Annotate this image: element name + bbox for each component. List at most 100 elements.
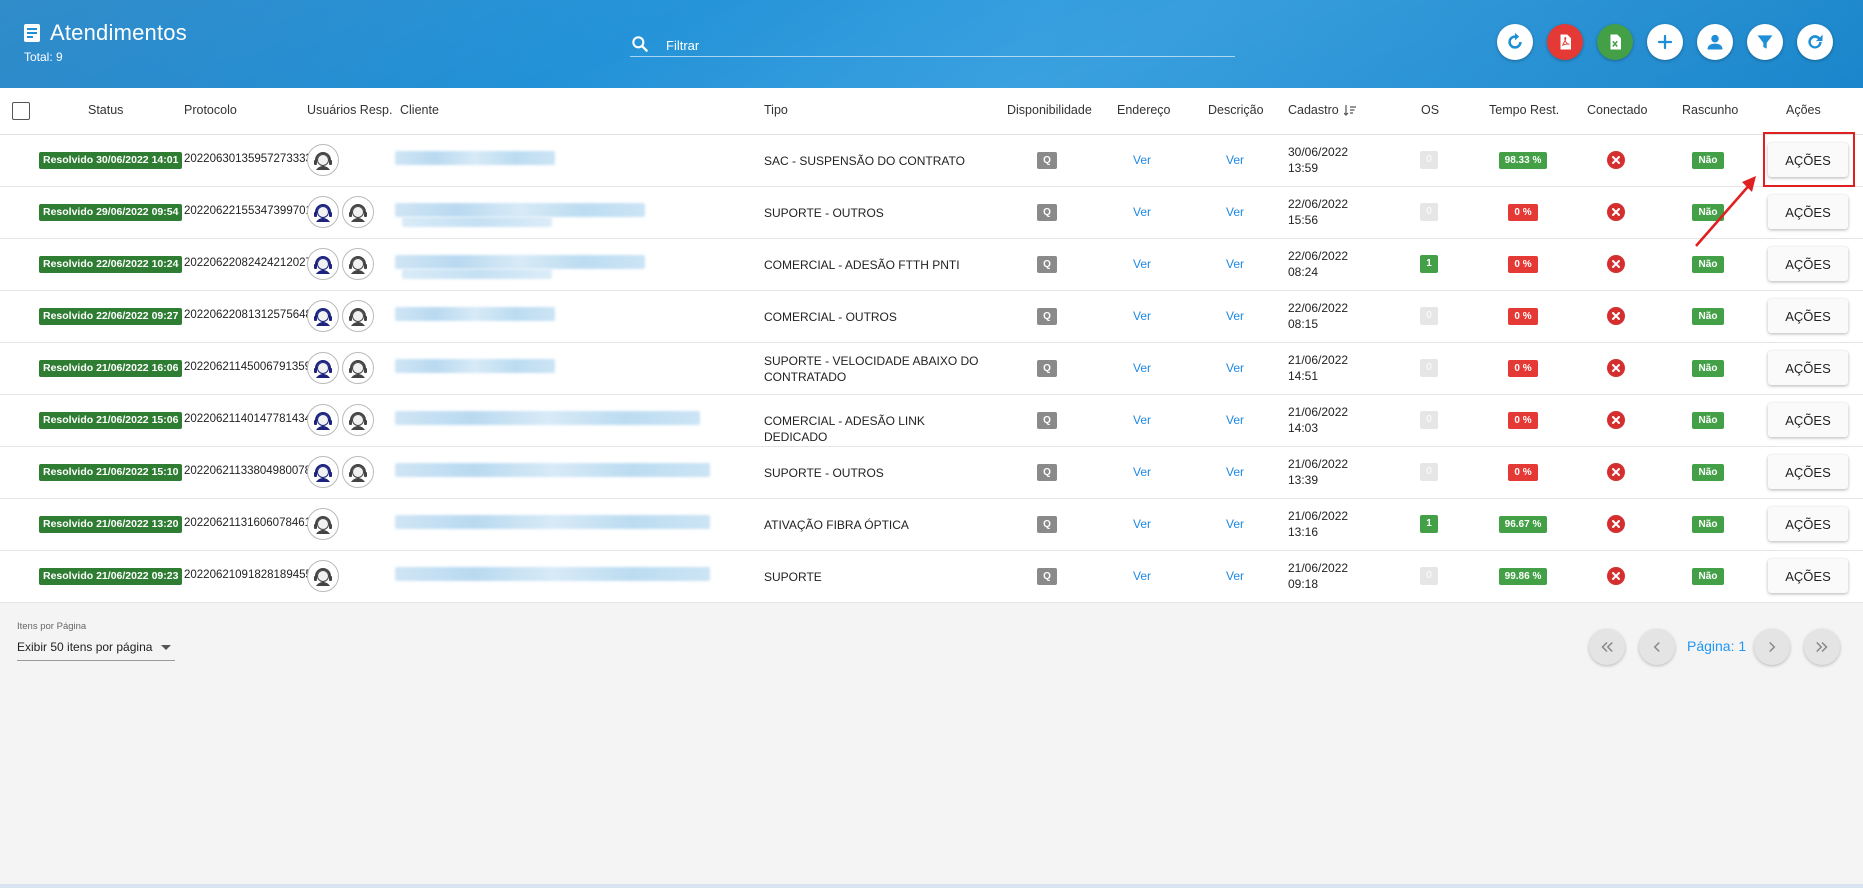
- acoes-button[interactable]: AÇÕES: [1768, 247, 1848, 281]
- cliente-redacted: [395, 151, 555, 165]
- endereco-link[interactable]: Ver: [1133, 413, 1151, 427]
- endereco-link[interactable]: Ver: [1133, 465, 1151, 479]
- status-badge: Resolvido 21/06/2022 15:10: [39, 464, 183, 481]
- endereco-link[interactable]: Ver: [1133, 153, 1151, 167]
- support-agent-icon: [345, 199, 371, 225]
- table-row[interactable]: Resolvido 22/06/2022 10:24 20220622082424…: [0, 239, 1863, 291]
- endereco-link[interactable]: Ver: [1133, 569, 1151, 583]
- col-conectado[interactable]: Conectado: [1587, 103, 1647, 117]
- endereco-link[interactable]: Ver: [1133, 257, 1151, 271]
- os-badge: 0: [1420, 463, 1438, 481]
- col-descricao[interactable]: Descrição: [1208, 103, 1264, 117]
- col-tipo[interactable]: Tipo: [764, 103, 788, 117]
- tipo-value: SUPORTE - VELOCIDADE ABAIXO DO CONTRATAD…: [764, 354, 979, 384]
- table-row[interactable]: Resolvido 21/06/2022 16:06 20220621145006…: [0, 343, 1863, 395]
- cliente-redacted: [395, 411, 700, 425]
- cadastro-value: 22/06/2022 08:15: [1288, 300, 1348, 332]
- descricao-link[interactable]: Ver: [1226, 569, 1244, 583]
- col-disponibilidade[interactable]: Disponibilidade: [1007, 103, 1092, 117]
- tipo-value: SAC - SUSPENSÃO DO CONTRATO: [764, 154, 965, 168]
- usuarios-avatars: [307, 560, 339, 592]
- table-row[interactable]: Resolvido 30/06/2022 14:01 20220630135957…: [0, 135, 1863, 187]
- table-row[interactable]: Resolvido 21/06/2022 09:23 20220621091828…: [0, 551, 1863, 603]
- os-badge: 0: [1420, 203, 1438, 221]
- pdf-button[interactable]: [1547, 24, 1583, 60]
- search-input[interactable]: [664, 34, 1228, 56]
- first-page-button[interactable]: [1589, 629, 1625, 665]
- col-cliente[interactable]: Cliente: [400, 103, 439, 117]
- status-badge: Resolvido 22/06/2022 09:27: [39, 308, 183, 325]
- table-row[interactable]: Resolvido 22/06/2022 09:27 20220622081312…: [0, 291, 1863, 343]
- descricao-link[interactable]: Ver: [1226, 309, 1244, 323]
- table-row[interactable]: Resolvido 21/06/2022 15:10 20220621133804…: [0, 447, 1863, 499]
- col-tempo[interactable]: Tempo Rest.: [1489, 103, 1559, 117]
- acoes-button[interactable]: AÇÕES: [1768, 559, 1848, 593]
- next-page-button[interactable]: [1754, 629, 1790, 665]
- tipo-value: COMERCIAL - ADESÃO FTTH PNTI: [764, 258, 960, 272]
- usuarios-avatars: [307, 404, 374, 436]
- caret-down-icon: [161, 645, 171, 650]
- descricao-link[interactable]: Ver: [1226, 361, 1244, 375]
- acoes-button[interactable]: AÇÕES: [1768, 507, 1848, 541]
- cadastro-time: 13:39: [1288, 473, 1319, 487]
- rascunho-badge: Não: [1692, 568, 1724, 585]
- col-acoes[interactable]: Ações: [1786, 103, 1821, 117]
- add-button[interactable]: [1647, 24, 1683, 60]
- user-icon: [1707, 34, 1723, 50]
- col-cadastro[interactable]: Cadastro: [1288, 103, 1357, 117]
- col-cadastro-label: Cadastro: [1288, 103, 1339, 117]
- prev-page-button[interactable]: [1639, 629, 1675, 665]
- avatar: [307, 404, 339, 436]
- descricao-link[interactable]: Ver: [1226, 205, 1244, 219]
- descricao-link[interactable]: Ver: [1226, 517, 1244, 531]
- table-row[interactable]: Resolvido 21/06/2022 13:20 20220621131606…: [0, 499, 1863, 551]
- tipo-value: SUPORTE - OUTROS: [764, 206, 884, 220]
- descricao-link[interactable]: Ver: [1226, 257, 1244, 271]
- endereco-link[interactable]: Ver: [1133, 205, 1151, 219]
- avatar: [342, 196, 374, 228]
- endereco-link[interactable]: Ver: [1133, 309, 1151, 323]
- filter-button[interactable]: [1747, 24, 1783, 60]
- endereco-link[interactable]: Ver: [1133, 517, 1151, 531]
- search-bar: [630, 32, 1235, 57]
- reload-button[interactable]: [1797, 24, 1833, 60]
- acoes-button[interactable]: AÇÕES: [1768, 195, 1848, 229]
- app-header: Atendimentos Total: 9: [0, 0, 1863, 88]
- perpage-select[interactable]: Exibir 50 itens por página: [17, 640, 175, 661]
- page-title: Atendimentos: [50, 20, 187, 45]
- endereco-link[interactable]: Ver: [1133, 361, 1151, 375]
- descricao-link[interactable]: Ver: [1226, 465, 1244, 479]
- avatar: [307, 300, 339, 332]
- acoes-button[interactable]: AÇÕES: [1768, 403, 1848, 437]
- col-protocolo[interactable]: Protocolo: [184, 103, 237, 117]
- last-page-button[interactable]: [1804, 629, 1840, 665]
- tempo-badge: 0 %: [1508, 464, 1538, 481]
- cliente-redacted-line2: [402, 269, 552, 279]
- col-rascunho[interactable]: Rascunho: [1682, 103, 1738, 117]
- cadastro-value: 21/06/2022 14:51: [1288, 352, 1348, 384]
- descricao-link[interactable]: Ver: [1226, 153, 1244, 167]
- cliente-redacted: [395, 359, 555, 373]
- user-button[interactable]: [1697, 24, 1733, 60]
- table-header: Status Protocolo Usuários Resp. Cliente …: [0, 88, 1863, 135]
- select-all-checkbox[interactable]: [12, 102, 30, 120]
- tempo-badge: 99.86 %: [1499, 568, 1547, 585]
- descricao-link[interactable]: Ver: [1226, 413, 1244, 427]
- excel-button[interactable]: [1597, 24, 1633, 60]
- header-actions: [1497, 24, 1833, 60]
- acoes-button[interactable]: AÇÕES: [1768, 455, 1848, 489]
- cliente-redacted: [395, 307, 555, 321]
- tipo-value: SUPORTE: [764, 570, 822, 584]
- col-endereco[interactable]: Endereço: [1117, 103, 1171, 117]
- table-row[interactable]: Resolvido 21/06/2022 15:06 20220621140147…: [0, 395, 1863, 447]
- refresh-alt-button[interactable]: [1497, 24, 1533, 60]
- col-usuarios[interactable]: Usuários Resp.: [307, 103, 392, 117]
- os-badge: 0: [1420, 151, 1438, 169]
- col-os[interactable]: OS: [1421, 103, 1439, 117]
- tipo-value: ATIVAÇÃO FIBRA ÓPTICA: [764, 518, 909, 532]
- col-status[interactable]: Status: [88, 103, 123, 117]
- rascunho-badge: Não: [1692, 152, 1724, 169]
- table-row[interactable]: Resolvido 29/06/2022 09:54 20220622155347…: [0, 187, 1863, 239]
- acoes-button[interactable]: AÇÕES: [1768, 351, 1848, 385]
- acoes-button[interactable]: AÇÕES: [1768, 299, 1848, 333]
